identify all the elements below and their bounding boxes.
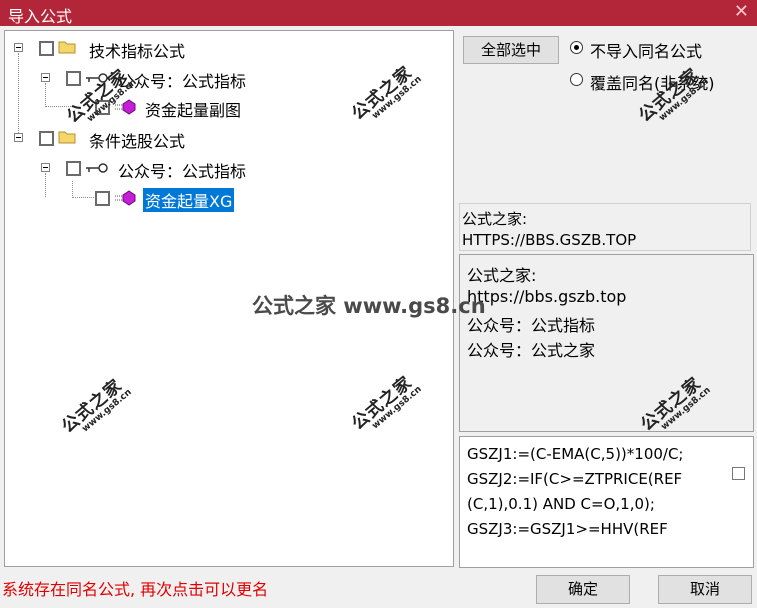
code-line: GSZJ3:=GSZJ1>=HHV(REF — [467, 520, 668, 538]
select-all-button[interactable]: 全部选中 — [463, 36, 559, 64]
formula-description-box: 公式之家: https://bbs.gszb.top 公众号：公式指标 公众号：… — [459, 254, 754, 432]
tree-checkbox[interactable] — [39, 131, 54, 146]
tree-node-label: 资金起量副图 — [145, 101, 242, 120]
code-box-checkbox[interactable] — [732, 467, 745, 480]
close-icon[interactable]: ✕ — [734, 1, 749, 22]
tree-node-group[interactable]: 公众号：公式指标 — [5, 65, 405, 91]
cancel-button[interactable]: 取消 — [658, 575, 752, 604]
tree-checkbox[interactable] — [66, 71, 81, 86]
tree-checkbox[interactable] — [66, 161, 81, 176]
tree-checkbox[interactable] — [39, 41, 54, 56]
collapse-toggle[interactable] — [14, 43, 23, 52]
radio-button[interactable] — [570, 73, 583, 86]
code-line: GSZJ2:=IF(C>=ZTPRICE(REF — [467, 470, 683, 488]
tree-node-label: 技术指标公式 — [89, 42, 186, 61]
collapse-toggle[interactable] — [41, 163, 50, 172]
ok-button[interactable]: 确定 — [536, 575, 630, 604]
radio-label: 不导入同名公式 — [590, 42, 703, 61]
key-icon — [86, 163, 108, 173]
window-title: 导入公式 — [8, 7, 73, 26]
info-line: HTTPS://BBS.GSZB.TOP — [462, 231, 637, 249]
code-line: (C,1),0.1) AND C=O,1,0); — [467, 495, 655, 513]
tree-node-group[interactable]: 公众号：公式指标 — [5, 155, 405, 181]
status-message: 系统存在同名公式, 再次点击可以更名 — [2, 580, 269, 599]
center-watermark: 公式之家 www.gs8.cn — [252, 294, 486, 318]
description-line: https://bbs.gszb.top — [467, 287, 627, 306]
tree-checkbox[interactable] — [95, 191, 110, 206]
radio-no-import[interactable]: 不导入同名公式 — [570, 38, 750, 61]
description-line: 公众号：公式指标 — [467, 316, 596, 335]
info-line: 公式之家: — [462, 210, 528, 228]
folder-icon — [58, 41, 76, 54]
tree-node-label-selected: 资金起量XG — [143, 188, 235, 212]
tree-node-folder[interactable]: 技术指标公式 — [5, 35, 405, 61]
tree-node-label: 公众号：公式指标 — [118, 72, 247, 91]
radio-button-checked[interactable] — [570, 41, 583, 54]
code-line: GSZJ1:=(C-EMA(C,5))*100/C; — [467, 445, 684, 463]
formula-code-box[interactable]: GSZJ1:=(C-EMA(C,5))*100/C; GSZJ2:=IF(C>=… — [459, 436, 754, 568]
formula-info-box: 公式之家: HTTPS://BBS.GSZB.TOP — [459, 203, 751, 251]
folder-icon — [58, 131, 76, 144]
tree-node-formula-selected[interactable]: 资金起量XG — [5, 185, 405, 212]
description-line: 公式之家: — [467, 266, 537, 285]
tree-node-label: 公众号：公式指标 — [118, 162, 247, 181]
formula-icon — [115, 190, 136, 206]
tree-node-label: 条件选股公式 — [89, 132, 186, 151]
collapse-toggle[interactable] — [14, 133, 23, 142]
collapse-toggle[interactable] — [41, 73, 50, 82]
description-line: 公众号：公式之家 — [467, 341, 596, 360]
tree-node-folder[interactable]: 条件选股公式 — [5, 125, 405, 151]
title-bar: 导入公式 ✕ — [0, 0, 757, 26]
